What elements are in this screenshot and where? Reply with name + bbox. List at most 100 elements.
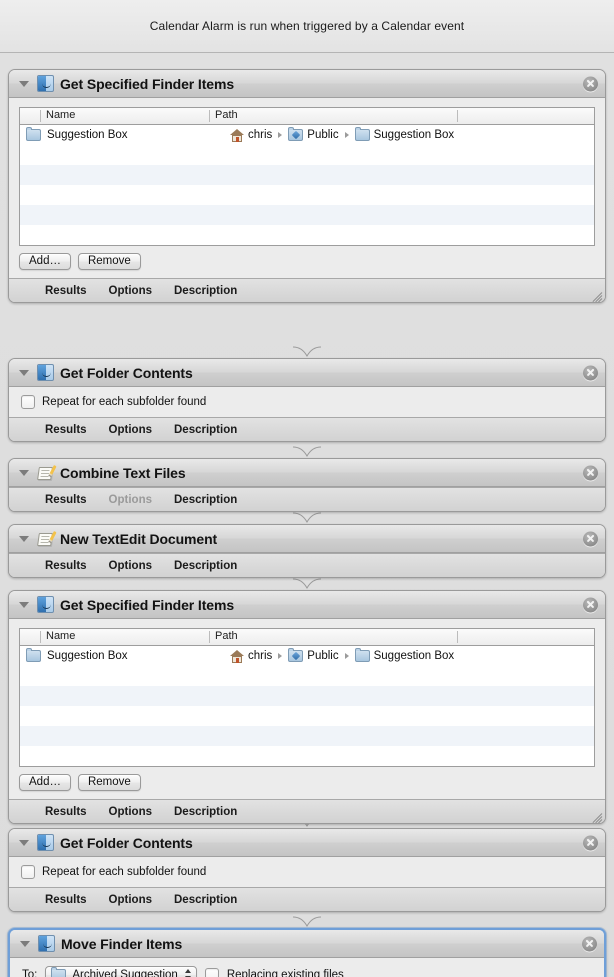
action-combine-text-files[interactable]: Combine Text Files Results Options Descr… — [8, 458, 606, 512]
disclosure-triangle-icon[interactable] — [19, 601, 29, 608]
action-header[interactable]: Combine Text Files — [9, 459, 605, 487]
action-footer-tabs: Results Options Description — [9, 278, 605, 302]
tab-options: Options — [108, 493, 152, 506]
table-row-empty[interactable] — [20, 165, 594, 185]
table-row[interactable]: Suggestion Box chris Public Suggestion B… — [20, 125, 594, 145]
repeat-subfolder-row[interactable]: Repeat for each subfolder found — [9, 857, 605, 887]
column-divider[interactable] — [209, 631, 210, 643]
tab-description[interactable]: Description — [174, 894, 237, 906]
finder-icon — [38, 935, 55, 952]
column-divider[interactable] — [40, 631, 41, 643]
tab-description[interactable]: Description — [174, 560, 237, 572]
tab-results[interactable]: Results — [45, 894, 87, 906]
action-body: Name Path Suggestion Box chris Public Su… — [9, 107, 605, 278]
tab-description[interactable]: Description — [174, 494, 237, 506]
disclosure-triangle-icon[interactable] — [19, 839, 29, 846]
remove-button[interactable]: Remove — [77, 253, 141, 270]
home-icon — [230, 649, 244, 663]
action-new-textedit-document[interactable]: New TextEdit Document Results Options De… — [8, 524, 606, 578]
tab-options[interactable]: Options — [109, 285, 152, 297]
action-get-specified-finder-items-2[interactable]: Get Specified Finder Items Name Path Sug… — [8, 590, 606, 824]
table-row-empty[interactable] — [20, 225, 594, 245]
action-get-folder-contents-1[interactable]: Get Folder Contents Repeat for each subf… — [8, 358, 606, 442]
table-row[interactable]: Suggestion Box chris Public Suggestion B… — [20, 646, 594, 666]
table-header: Name Path — [20, 629, 594, 646]
close-icon[interactable] — [583, 76, 598, 91]
action-move-finder-items[interactable]: Move Finder Items To: Archived Suggestio… — [8, 928, 606, 977]
action-header[interactable]: Get Specified Finder Items — [9, 70, 605, 98]
column-divider[interactable] — [457, 631, 458, 643]
replacing-existing-files-label: Replacing existing files — [226, 969, 344, 977]
repeat-subfolder-row[interactable]: Repeat for each subfolder found — [9, 387, 605, 417]
add-button[interactable]: Add… — [19, 253, 71, 270]
resize-grip-icon[interactable] — [589, 287, 603, 302]
repeat-subfolder-checkbox[interactable] — [21, 865, 35, 879]
tab-results[interactable]: Results — [45, 424, 87, 436]
disclosure-triangle-icon[interactable] — [19, 369, 29, 376]
tab-results[interactable]: Results — [45, 285, 87, 297]
table-row-empty[interactable] — [20, 666, 594, 686]
finder-items-table[interactable]: Name Path Suggestion Box chris Public Su… — [19, 107, 595, 246]
disclosure-triangle-icon[interactable] — [19, 80, 29, 87]
tab-results[interactable]: Results — [45, 560, 87, 572]
action-header[interactable]: Get Folder Contents — [9, 359, 605, 387]
banner-text: Calendar Alarm is run when triggered by … — [149, 19, 465, 33]
tab-description[interactable]: Description — [174, 424, 237, 436]
repeat-subfolder-checkbox[interactable] — [21, 395, 35, 409]
workflow-canvas: Get Specified Finder Items Name Path Sug… — [0, 53, 614, 977]
action-get-folder-contents-2[interactable]: Get Folder Contents Repeat for each subf… — [8, 828, 606, 912]
table-row-empty[interactable] — [20, 205, 594, 225]
tab-description[interactable]: Description — [174, 806, 237, 818]
tab-results[interactable]: Results — [45, 806, 87, 818]
table-row-empty[interactable] — [20, 726, 594, 746]
action-footer-tabs: Results Options Description — [9, 887, 605, 911]
item-name: Suggestion Box — [47, 129, 128, 141]
folder-icon — [51, 966, 67, 977]
close-icon[interactable] — [582, 936, 597, 951]
cell-name: Suggestion Box — [26, 648, 128, 662]
column-divider[interactable] — [457, 110, 458, 122]
tab-options[interactable]: Options — [109, 424, 152, 436]
action-header[interactable]: Move Finder Items — [10, 930, 604, 958]
table-row-empty[interactable] — [20, 185, 594, 205]
connector-6 — [293, 914, 321, 928]
tab-options[interactable]: Options — [109, 560, 152, 572]
action-get-specified-finder-items-1[interactable]: Get Specified Finder Items Name Path Sug… — [8, 69, 606, 303]
action-title: Combine Text Files — [60, 464, 186, 481]
finder-items-table[interactable]: Name Path Suggestion Box chris Public Su… — [19, 628, 595, 767]
destination-popup-button[interactable]: Archived Suggestion — [45, 966, 197, 977]
connector-4 — [293, 576, 321, 590]
close-icon[interactable] — [583, 465, 598, 480]
column-header-path[interactable]: Path — [215, 109, 238, 121]
column-header-name[interactable]: Name — [46, 109, 75, 121]
action-header[interactable]: Get Specified Finder Items — [9, 591, 605, 619]
replacing-existing-files-checkbox[interactable] — [204, 968, 219, 977]
resize-grip-icon[interactable] — [589, 808, 603, 823]
tab-description[interactable]: Description — [174, 285, 237, 297]
breadcrumb-label: chris — [248, 650, 273, 662]
column-header-path[interactable]: Path — [215, 630, 238, 642]
column-divider[interactable] — [40, 110, 41, 122]
action-header[interactable]: Get Folder Contents — [9, 829, 605, 857]
tab-results[interactable]: Results — [45, 494, 87, 506]
close-icon[interactable] — [583, 835, 598, 850]
tab-options[interactable]: Options — [109, 894, 152, 906]
column-divider[interactable] — [209, 110, 210, 122]
add-button[interactable]: Add… — [19, 774, 71, 791]
close-icon[interactable] — [583, 365, 598, 380]
breadcrumb-home: chris — [230, 649, 273, 663]
disclosure-triangle-icon[interactable] — [19, 535, 29, 542]
remove-button[interactable]: Remove — [77, 774, 141, 791]
tab-options[interactable]: Options — [109, 806, 152, 818]
disclosure-triangle-icon[interactable] — [20, 940, 30, 947]
table-row-empty[interactable] — [20, 145, 594, 165]
action-body: Repeat for each subfolder found — [9, 387, 605, 417]
table-row-empty[interactable] — [20, 746, 594, 766]
close-icon[interactable] — [583, 531, 598, 546]
close-icon[interactable] — [583, 597, 598, 612]
action-header[interactable]: New TextEdit Document — [9, 525, 605, 553]
table-row-empty[interactable] — [20, 686, 594, 706]
column-header-name[interactable]: Name — [46, 630, 75, 642]
table-row-empty[interactable] — [20, 706, 594, 726]
disclosure-triangle-icon[interactable] — [19, 469, 29, 476]
